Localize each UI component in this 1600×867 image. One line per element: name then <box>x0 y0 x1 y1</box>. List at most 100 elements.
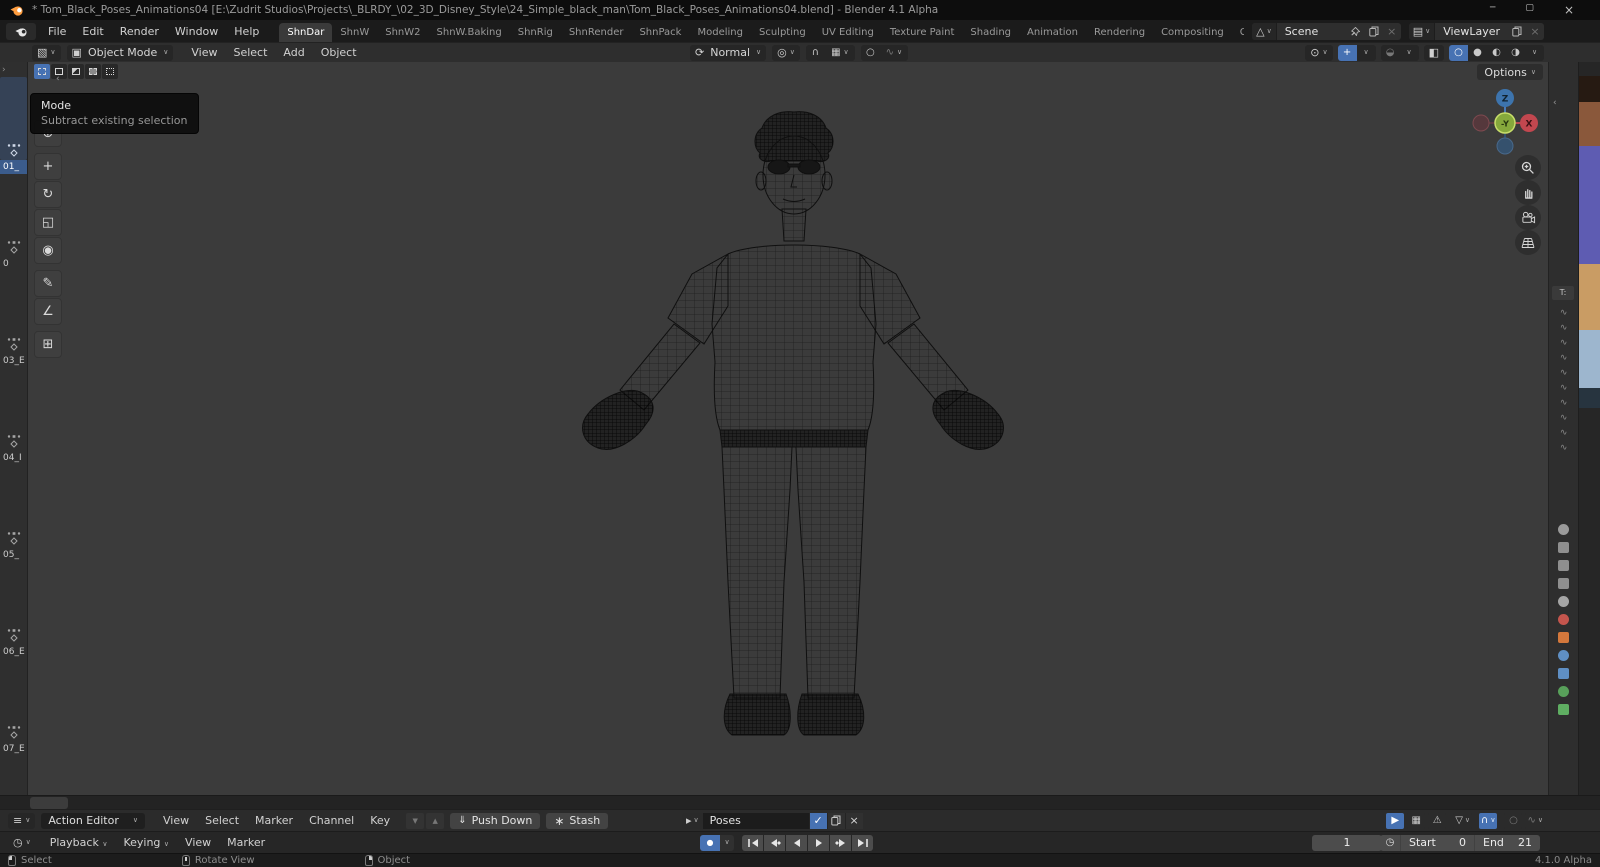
timeline-editor-type-button[interactable]: ◷∨ <box>8 835 36 851</box>
dopesheet-channel-box[interactable] <box>30 797 68 809</box>
menu-view[interactable]: View <box>177 833 219 852</box>
scene-copy-button[interactable] <box>1365 23 1383 40</box>
workspace-tab-shading[interactable]: Shading <box>962 23 1019 42</box>
proportional-edit-toggle[interactable]: ○ <box>861 45 880 61</box>
workspace-tab-shnwbaking[interactable]: ShnW.Baking <box>429 23 510 42</box>
falloff-dropdown[interactable]: ∿∨ <box>880 45 908 61</box>
scene-unlink-button[interactable]: × <box>1383 23 1401 40</box>
workspace-tab-texturepaint[interactable]: Texture Paint <box>882 23 963 42</box>
shading-wireframe-button[interactable]: ○ <box>1449 45 1468 61</box>
filter-dropdown[interactable]: ▽∨ <box>1453 813 1472 829</box>
tool-tab-icon[interactable] <box>1558 524 1569 535</box>
workspace-tab-shnrender[interactable]: ShnRender <box>561 23 632 42</box>
workspace-tab-animation[interactable]: Animation <box>1019 23 1086 42</box>
maximize-button[interactable]: ▢ <box>1525 3 1534 17</box>
action-name-field[interactable]: Poses <box>703 813 809 829</box>
collapse-region-arrow[interactable]: ‹ <box>56 74 60 84</box>
dopesheet-editor-type-button[interactable]: ≡∨ <box>8 813 35 829</box>
blender-menu-button[interactable] <box>6 23 36 40</box>
stash-button[interactable]: ∗Stash <box>546 813 608 829</box>
dopesheet-mode-dropdown[interactable]: Action Editor∨ <box>41 813 145 829</box>
viewlayer-name[interactable]: ViewLayer <box>1435 25 1508 38</box>
physics-tab-icon[interactable] <box>1558 668 1569 679</box>
show-errors-toggle[interactable]: ⚠ <box>1428 813 1446 829</box>
jump-to-end-button[interactable] <box>852 835 873 851</box>
snap-dropdown[interactable]: ∩∨ <box>1479 813 1497 829</box>
modifier-tab-icon[interactable] <box>1558 650 1569 661</box>
pose-asset-item[interactable]: 04_I <box>0 368 27 465</box>
annotate-tool-button[interactable]: ✎ <box>34 270 62 297</box>
next-layer-button[interactable]: ▲ <box>426 813 444 829</box>
pose-asset-item[interactable]: 05_ <box>0 465 27 562</box>
transform-tool-button[interactable]: ◉ <box>34 237 62 264</box>
menu-marker[interactable]: Marker <box>247 811 301 830</box>
action-unlink-button[interactable]: × <box>845 813 863 829</box>
menu-keying[interactable]: Keying ∨ <box>115 833 177 852</box>
scene-pin-button[interactable] <box>1347 23 1365 40</box>
workspace-tab-shnrig[interactable]: ShnRig <box>510 23 561 42</box>
shading-material-button[interactable]: ◐ <box>1487 45 1506 61</box>
select-mode-subtract[interactable] <box>68 64 84 79</box>
editor-type-button[interactable]: ▧∨ <box>32 45 61 61</box>
snap-toggle[interactable]: ∩ <box>806 45 825 61</box>
gizmo-dropdown[interactable]: ∨ <box>1357 45 1376 61</box>
scale-tool-button[interactable]: ◱ <box>34 209 62 236</box>
shading-rendered-button[interactable]: ◑ <box>1506 45 1525 61</box>
select-mode-new[interactable] <box>34 64 50 79</box>
toggle-ortho-button[interactable] <box>1515 230 1541 255</box>
menu-marker[interactable]: Marker <box>219 833 273 852</box>
pose-asset-item[interactable]: 0 <box>0 174 27 271</box>
shading-solid-button[interactable]: ● <box>1468 45 1487 61</box>
pose-asset-item[interactable]: 06_E <box>0 562 27 659</box>
scene-name[interactable]: Scene <box>1277 25 1347 38</box>
world-tab-icon[interactable] <box>1558 614 1569 625</box>
viewlayer-remove-button[interactable]: × <box>1526 23 1544 40</box>
camera-view-button[interactable] <box>1515 205 1541 230</box>
menu-window[interactable]: Window <box>167 22 226 41</box>
workspace-tab-shnw[interactable]: ShnW <box>332 23 377 42</box>
only-selected-filter-toggle[interactable]: ▶ <box>1386 813 1404 829</box>
workspace-tab-rendering[interactable]: Rendering <box>1086 23 1153 42</box>
pose-asset-item[interactable]: 07_E <box>0 659 27 756</box>
previous-keyframe-button[interactable] <box>764 835 785 851</box>
select-mode-invert[interactable] <box>85 64 101 79</box>
menu-view[interactable]: View <box>183 44 225 61</box>
xray-toggle[interactable]: ◧ <box>1424 45 1444 61</box>
outliner-header[interactable]: T: <box>1552 286 1574 300</box>
workspace-tab-uvediting[interactable]: UV Editing <box>814 23 882 42</box>
close-button[interactable]: × <box>1564 3 1574 17</box>
menu-view[interactable]: View <box>155 811 197 830</box>
snap-target-dropdown[interactable]: ▦∨ <box>825 45 855 61</box>
mode-dropdown[interactable]: ▣Object Mode∨ <box>67 45 174 61</box>
menu-key[interactable]: Key <box>362 811 398 830</box>
keying-set-dropdown[interactable]: ∨ <box>720 835 734 851</box>
workspace-tab-shnpack[interactable]: ShnPack <box>631 23 689 42</box>
pivot-point-dropdown[interactable]: ◎∨ <box>772 45 800 61</box>
action-copy-button[interactable] <box>827 813 845 829</box>
navigation-gizmo[interactable]: Z X -Y <box>1466 84 1544 162</box>
overlays-dropdown[interactable]: ∨ <box>1400 45 1419 61</box>
menu-render[interactable]: Render <box>112 22 167 41</box>
play-button[interactable] <box>808 835 829 851</box>
workspace-tab-compositing[interactable]: Compositing <box>1153 23 1232 42</box>
move-tool-button[interactable]: + <box>34 153 62 180</box>
add-cube-tool-button[interactable]: ⊞ <box>34 331 62 358</box>
workspace-tab-geometrynodes[interactable]: Geometry Nodes <box>1232 23 1244 42</box>
constraint-tab-icon[interactable] <box>1558 686 1569 697</box>
previous-layer-button[interactable]: ▼ <box>406 813 424 829</box>
workspace-tab-shndar[interactable]: ShnDar <box>279 23 332 42</box>
show-hidden-toggle[interactable]: ▦ <box>1407 813 1425 829</box>
menu-select[interactable]: Select <box>197 811 247 830</box>
menu-playback[interactable]: Playback ∨ <box>42 833 116 852</box>
menu-file[interactable]: File <box>40 22 74 41</box>
menu-channel[interactable]: Channel <box>301 811 362 830</box>
pose-asset-item[interactable]: 01_ <box>0 77 27 174</box>
start-frame-field[interactable]: Start0 <box>1400 835 1474 851</box>
outliner-items[interactable]: ∿∿∿∿∿∿∿∿∿∿ <box>1549 306 1578 456</box>
render-tab-icon[interactable] <box>1558 542 1569 553</box>
data-tab-icon[interactable] <box>1558 704 1569 715</box>
object-tab-icon[interactable] <box>1558 632 1569 643</box>
scene-browse-button[interactable]: △∨ <box>1252 23 1277 40</box>
workspace-tab-shnw2[interactable]: ShnW2 <box>377 23 428 42</box>
expand-region-arrow[interactable]: › <box>0 65 27 77</box>
